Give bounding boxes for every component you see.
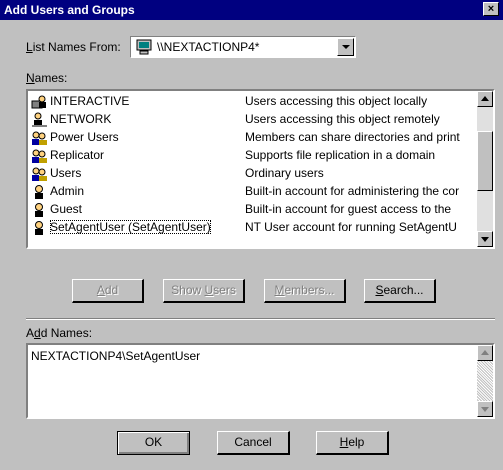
group-icon [32, 149, 47, 163]
group-icon [32, 167, 47, 181]
list-names-from-label: List Names From: [26, 40, 121, 54]
interactive-group-icon [31, 95, 46, 109]
list-names-from-combo[interactable]: \\NEXTACTIONP4* [130, 36, 356, 58]
list-item[interactable]: INTERACTIVE Users accessing this object … [28, 93, 469, 111]
list-item[interactable]: Replicator Supports file replication in … [28, 147, 469, 165]
add-button[interactable]: Add [72, 279, 144, 303]
add-names-label: Add Names: [26, 326, 93, 340]
list-item[interactable]: Admin Built-in account for administering… [28, 183, 469, 201]
user-icon [35, 203, 43, 217]
add-names-field[interactable]: NEXTACTIONP4\SetAgentUser [26, 343, 495, 419]
window-title: Add Users and Groups [4, 3, 135, 17]
list-item[interactable]: SetAgentUser (SetAgentUser) NT User acco… [28, 219, 469, 237]
scroll-thumb[interactable] [477, 131, 493, 191]
user-icon [35, 221, 43, 235]
list-names-from-value: \\NEXTACTIONP4* [157, 40, 260, 54]
add-names-scrollbar[interactable] [477, 345, 493, 417]
names-list[interactable]: INTERACTIVE Users accessing this object … [26, 89, 495, 249]
close-icon: × [487, 3, 495, 15]
chevron-down-icon[interactable] [337, 38, 354, 56]
user-icon [35, 185, 43, 199]
list-item[interactable]: NETWORK Users accessing this object remo… [28, 111, 469, 129]
group-icon [32, 131, 47, 145]
add-names-value: NEXTACTIONP4\SetAgentUser [31, 349, 201, 363]
scroll-down-icon[interactable] [477, 231, 493, 247]
show-users-button[interactable]: Show Users [163, 279, 245, 303]
computer-icon [136, 39, 152, 55]
add-users-and-groups-dialog: Add Users and Groups × List Names From: … [0, 0, 503, 470]
names-label: Names: [26, 71, 68, 85]
names-scrollbar[interactable] [477, 91, 493, 247]
members-button[interactable]: Members... [264, 279, 346, 303]
list-item[interactable]: Users Ordinary users [28, 165, 469, 183]
search-button[interactable]: Search... [364, 279, 436, 303]
list-item[interactable]: Guest Built-in account for guest access … [28, 201, 469, 219]
close-button[interactable]: × [483, 2, 499, 16]
ok-button[interactable]: OK [117, 431, 190, 455]
cancel-button[interactable]: Cancel [217, 431, 290, 455]
help-button[interactable]: Help [316, 431, 389, 455]
separator [26, 318, 495, 320]
list-item[interactable]: Power Users Members can share directorie… [28, 129, 469, 147]
network-group-icon [32, 112, 47, 127]
scroll-up-icon[interactable] [477, 91, 493, 107]
scroll-up-icon[interactable] [477, 345, 493, 361]
title-bar: Add Users and Groups × [0, 0, 503, 20]
scroll-down-icon[interactable] [477, 401, 493, 417]
